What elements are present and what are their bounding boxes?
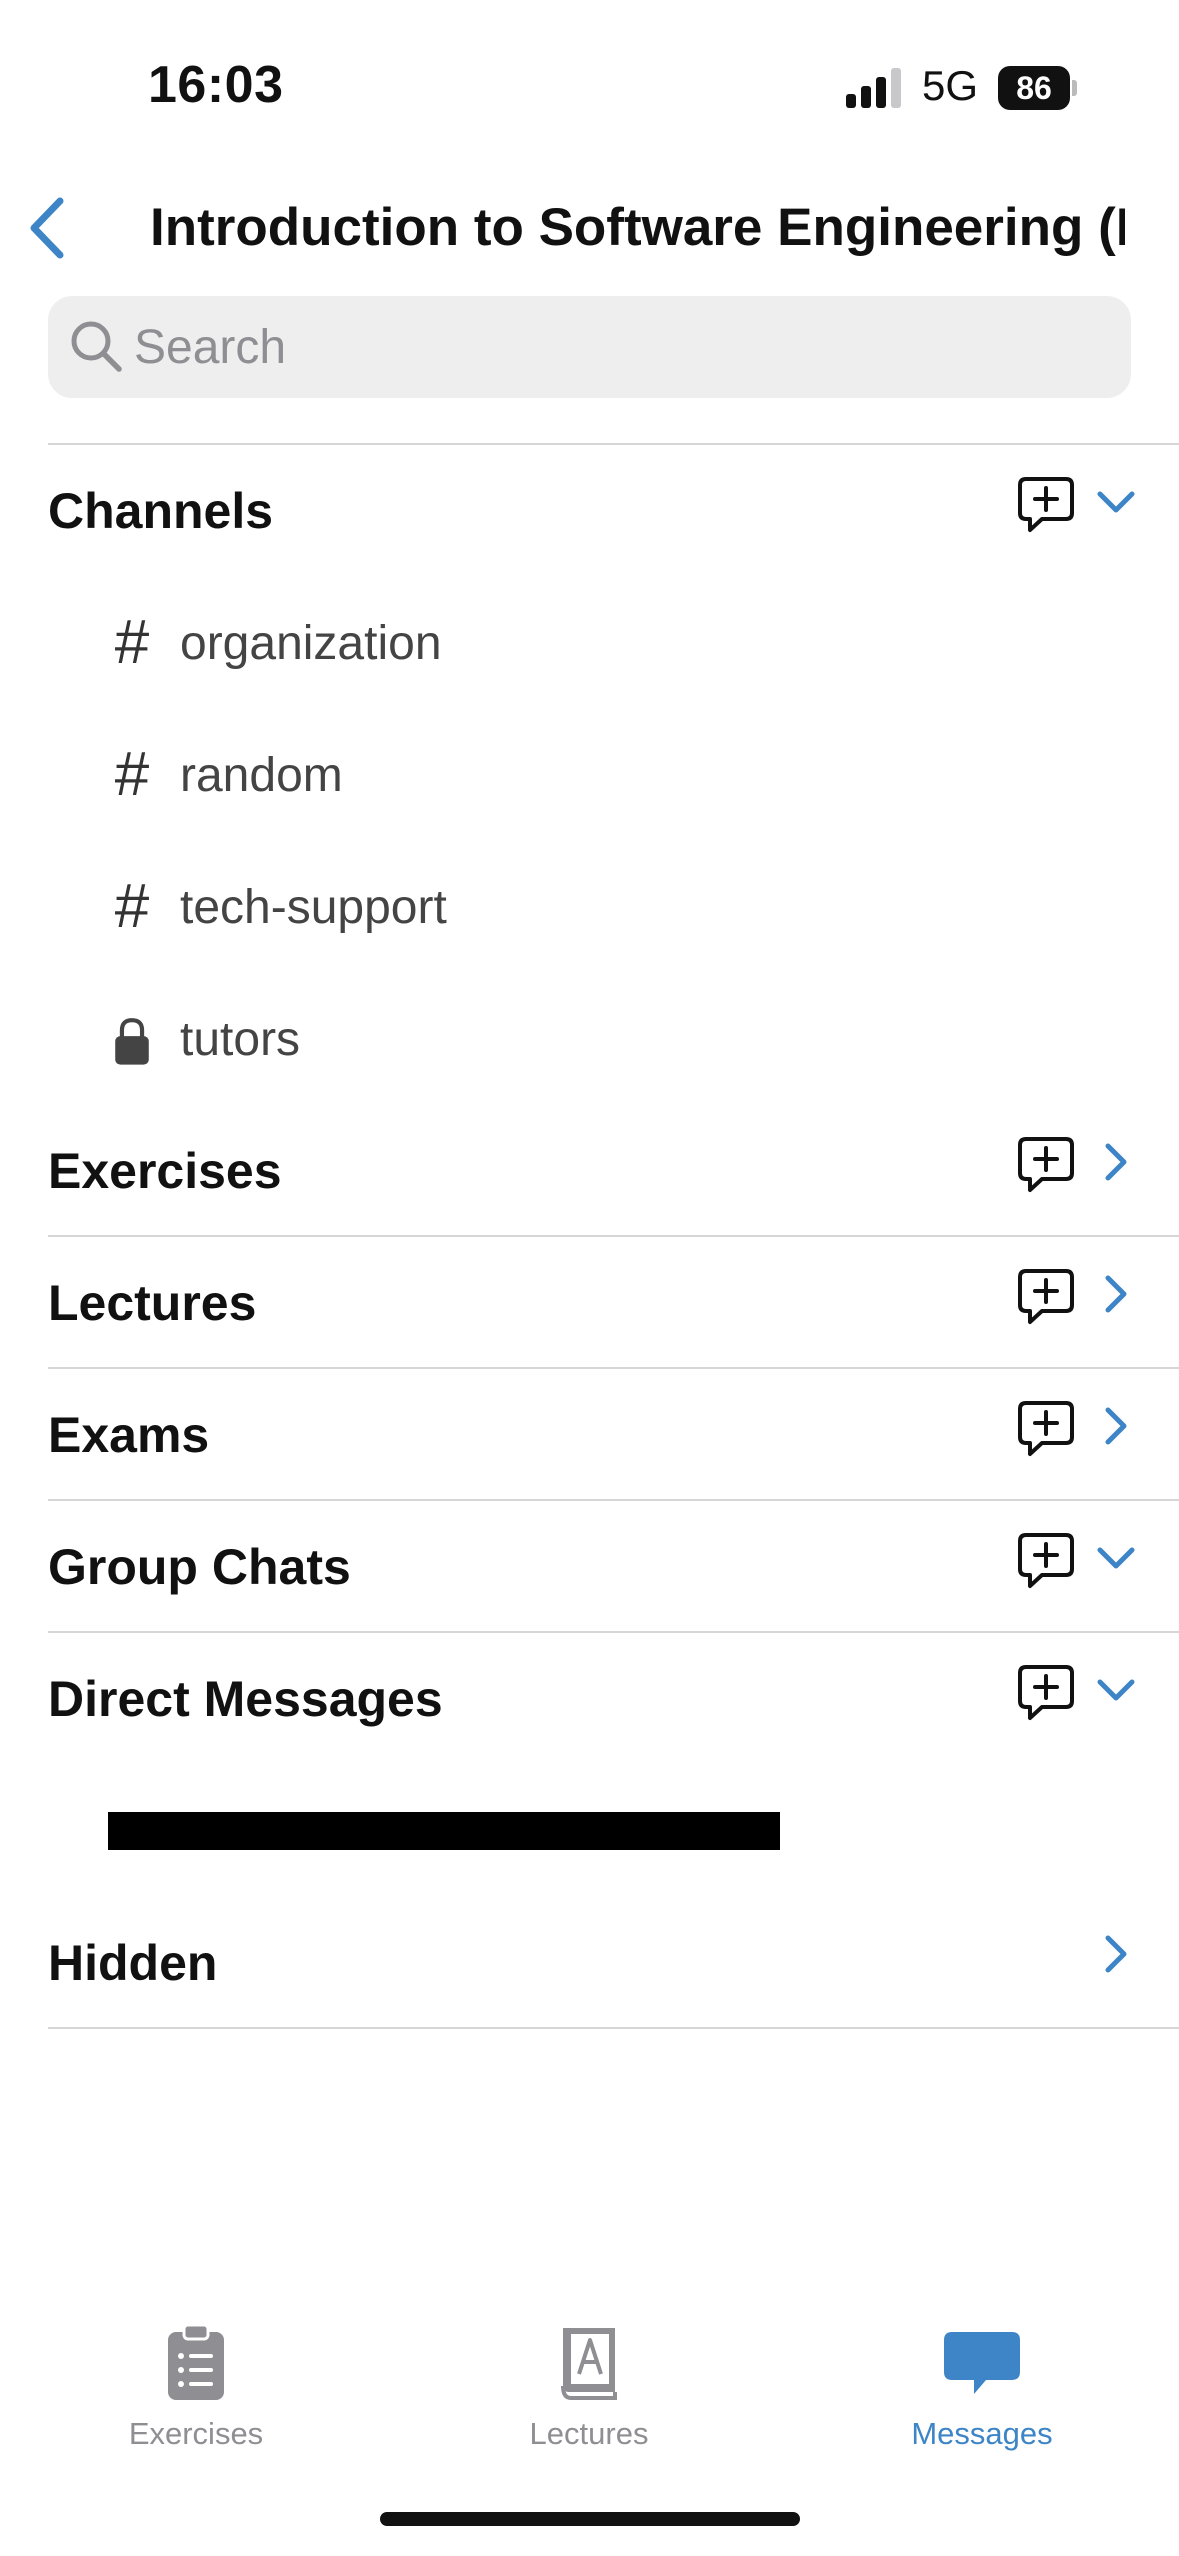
channel-item[interactable]: # organization [0, 578, 1179, 708]
chevron-down-icon[interactable] [1092, 1534, 1140, 1582]
status-time: 16:03 [148, 56, 284, 114]
section-title: Hidden [48, 1935, 218, 1991]
conversation-list-screen: 16:03 5G 86 Introduction to Software Eng… [0, 0, 1179, 2556]
section-title: Group Chats [48, 1539, 351, 1595]
channel-name: random [180, 749, 343, 802]
chevron-right-icon[interactable] [1092, 1402, 1140, 1450]
hash-icon: # [114, 872, 150, 941]
message-bubble-icon [944, 2332, 1020, 2394]
add-conversation-icon[interactable] [1016, 1134, 1076, 1194]
battery-tip [1072, 80, 1077, 96]
channel-name: tech-support [180, 881, 447, 934]
section-group-chats[interactable]: Group Chats [0, 1502, 1179, 1632]
divider [48, 1367, 1179, 1369]
section-title: Exams [48, 1407, 210, 1463]
channel-name: tutors [180, 1013, 301, 1066]
section-direct-messages[interactable]: Direct Messages [0, 1634, 1179, 1764]
tab-exercises[interactable]: Exercises [46, 2300, 346, 2460]
channel-item[interactable]: # random [0, 710, 1179, 840]
battery-level: 86 [998, 66, 1070, 110]
section-title: Lectures [48, 1275, 257, 1331]
book-icon [561, 2328, 617, 2400]
divider [48, 2027, 1179, 2029]
chevron-right-icon[interactable] [1092, 1270, 1140, 1318]
search-bar[interactable] [48, 296, 1131, 398]
add-conversation-icon[interactable] [1016, 1266, 1076, 1326]
lock-icon [115, 1018, 149, 1065]
hash-icon: # [114, 740, 150, 809]
search-input[interactable] [134, 314, 1094, 380]
chevron-right-icon[interactable] [1092, 1930, 1140, 1978]
add-conversation-icon[interactable] [1016, 1398, 1076, 1458]
network-type: 5G [922, 62, 979, 109]
section-hidden[interactable]: Hidden [0, 1898, 1179, 2028]
tab-bar: Exercises Lectures Messages [0, 2300, 1179, 2480]
chevron-down-icon[interactable] [1092, 1666, 1140, 1714]
status-bar: 16:03 5G 86 [0, 0, 1179, 150]
search-icon [71, 321, 122, 372]
section-title: Direct Messages [48, 1671, 443, 1727]
divider [48, 1631, 1179, 1633]
section-title: Exercises [48, 1143, 282, 1199]
back-chevron-icon[interactable] [22, 193, 72, 263]
home-indicator[interactable] [380, 2512, 800, 2526]
channel-item[interactable]: # tech-support [0, 842, 1179, 972]
channel-name: organization [180, 617, 442, 670]
section-lectures[interactable]: Lectures [0, 1238, 1179, 1368]
chevron-down-icon[interactable] [1092, 478, 1140, 526]
tab-lectures[interactable]: Lectures [439, 2300, 739, 2460]
divider [48, 1499, 1179, 1501]
add-conversation-icon[interactable] [1016, 474, 1076, 534]
section-title: Channels [48, 483, 274, 539]
battery-icon: 86 [998, 66, 1078, 110]
divider [48, 443, 1179, 445]
redacted-direct-message[interactable] [108, 1812, 780, 1850]
tab-label: Messages [911, 2416, 1053, 2451]
section-exercises[interactable]: Exercises [0, 1106, 1179, 1236]
add-conversation-icon[interactable] [1016, 1530, 1076, 1590]
cellular-signal-icon [846, 68, 901, 108]
channel-item[interactable]: tutors [0, 974, 1179, 1104]
tab-messages[interactable]: Messages [832, 2300, 1132, 2460]
add-conversation-icon[interactable] [1016, 1662, 1076, 1722]
clipboard-icon [168, 2323, 224, 2400]
navigation-bar: Introduction to Software Engineering (I.… [0, 175, 1179, 285]
section-exams[interactable]: Exams [0, 1370, 1179, 1500]
page-title: Introduction to Software Engineering (I.… [150, 198, 1125, 257]
tab-label: Lectures [529, 2416, 649, 2451]
section-channels[interactable]: Channels [0, 446, 1179, 576]
hash-icon: # [114, 608, 150, 677]
tab-label: Exercises [128, 2416, 264, 2451]
chevron-right-icon[interactable] [1092, 1138, 1140, 1186]
divider [48, 1235, 1179, 1237]
